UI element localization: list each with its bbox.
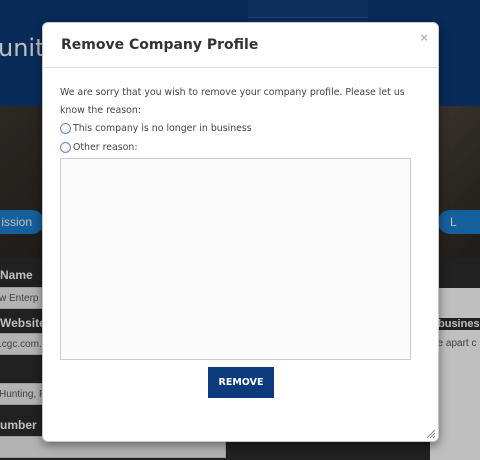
option-other-reason[interactable]: Other reason: xyxy=(60,142,137,153)
dialog-message: We are sorry that you wish to remove you… xyxy=(60,87,405,116)
radio-other-reason[interactable] xyxy=(60,142,71,153)
option-label: Other reason: xyxy=(73,142,138,153)
resize-grip-icon[interactable] xyxy=(426,429,436,439)
option-label: This company is no longer in business xyxy=(73,123,252,134)
option-no-longer-in-business[interactable]: This company is no longer in business xyxy=(60,123,252,134)
dialog-title: Remove Company Profile xyxy=(61,37,259,53)
dialog-header: Remove Company Profile × xyxy=(43,23,438,68)
reason-textarea[interactable] xyxy=(60,158,411,360)
remove-profile-dialog: Remove Company Profile × We are sorry th… xyxy=(42,22,439,442)
remove-button[interactable]: REMOVE xyxy=(208,367,274,398)
close-icon[interactable]: × xyxy=(420,31,428,44)
radio-no-longer-in-business[interactable] xyxy=(60,123,71,134)
